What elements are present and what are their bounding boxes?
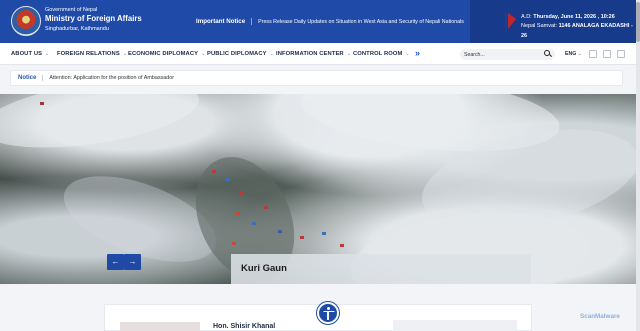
ministry-brand[interactable]: Government of Nepal Ministry of Foreign … [45,7,142,33]
slider-next-button[interactable]: → [124,254,141,270]
village-roof [232,242,236,245]
language-label: ENG [565,51,577,57]
slider-prev-button[interactable]: ← [107,254,124,270]
search-input[interactable] [464,50,534,59]
important-notice-text[interactable]: Press Release Daily Updates on Situation… [252,19,464,25]
nav-foreign-relations[interactable]: FOREIGN RELATIONS ⌄ [57,43,127,65]
chevron-down-icon: ⌄ [45,51,50,57]
scanmalware-watermark: ScanMalware [580,313,620,320]
nav-about-us[interactable]: ABOUT US ⌄ [11,43,49,65]
nav-label: ABOUT US [11,51,43,57]
snow-ridge [0,94,204,160]
nav-economic-diplomacy[interactable]: ECONOMIC DIPLOMACY ⌄ [128,43,205,65]
ministry-title: Ministry of Foreign Affairs [45,14,142,24]
nav-information-center[interactable]: INFORMATION CENTER ⌄ [276,43,351,65]
government-label: Government of Nepal [45,7,98,13]
youtube-icon[interactable] [617,50,625,58]
site-header: Government of Nepal Ministry of Foreign … [0,0,640,43]
main-navigation: ABOUT US ⌄ FOREIGN RELATIONS ⌄ ECONOMIC DI… [0,43,640,65]
important-notice-ticker[interactable]: Important Notice Press Release Daily Upd… [196,12,464,31]
search-icon[interactable] [544,50,550,56]
minister-name[interactable]: Hon. Shisir Khanal [213,323,275,330]
village-roof [226,178,230,181]
search-box [460,49,555,60]
scrollbar-thumb[interactable] [636,2,640,42]
village-roof [40,102,44,105]
more-menu-icon[interactable]: » [415,48,420,58]
village-roof [240,192,244,195]
nav-label: FOREIGN RELATIONS [57,51,120,57]
facebook-icon[interactable] [589,50,597,58]
accessibility-icon[interactable] [317,302,339,324]
notice-label: Notice [11,75,44,81]
chevron-down-icon: ⌄ [405,51,410,57]
nav-label: INFORMATION CENTER [276,51,344,57]
village-roof [236,212,240,215]
chevron-down-icon: ⌄ [201,51,206,57]
page-scrollbar[interactable] [636,0,640,331]
village-roof [252,222,256,225]
twitter-icon[interactable] [603,50,611,58]
village-roof [264,206,268,209]
village-roof [278,230,282,233]
nepal-flag-icon [508,13,516,29]
nav-public-diplomacy[interactable]: PUBLIC DIPLOMACY ⌄ [207,43,274,65]
chevron-down-icon: ⌄ [269,51,274,57]
village-roof [340,244,344,247]
chevron-down-icon: ⌄ [346,51,352,57]
minister-photo [120,322,200,331]
accessibility-figure [326,312,330,320]
nav-label: ECONOMIC DIPLOMACY [128,51,199,57]
nav-label: PUBLIC DIPLOMACY [207,51,267,57]
nav-control-room[interactable]: CONTROL ROOM ⌄ [353,43,410,65]
important-notice-label: Important Notice [196,18,253,25]
village-roof [212,170,216,173]
village-roof [300,236,304,239]
nepal-emblem-icon[interactable] [11,6,41,36]
side-card [393,320,517,331]
slide-caption: Kuri Gaun [231,254,531,284]
chevron-down-icon: ⌄ [577,51,582,56]
flag-pole [505,12,507,32]
ministry-location: Singhadurbar, Kathmandu [45,26,109,33]
date-info: A.D: Thursday, June 11, 2026 , 10:26 Nep… [521,13,640,41]
chevron-down-icon: ⌄ [122,51,128,57]
nav-label: CONTROL ROOM [353,51,403,57]
notice-bar: Notice Attention: Application for the po… [10,70,623,86]
notice-text[interactable]: Attention: Application for the position … [43,75,174,81]
ad-date-prefix: A.D: [521,14,532,20]
slide-caption-text: Kuri Gaun [241,263,287,274]
ad-date: Thursday, June 11, 2026 , 10:26 [533,14,615,20]
village-roof [322,232,326,235]
language-selector[interactable]: ENG ⌄ [565,51,581,57]
nepal-samvat-prefix: Nepal Samvat: [521,23,558,30]
